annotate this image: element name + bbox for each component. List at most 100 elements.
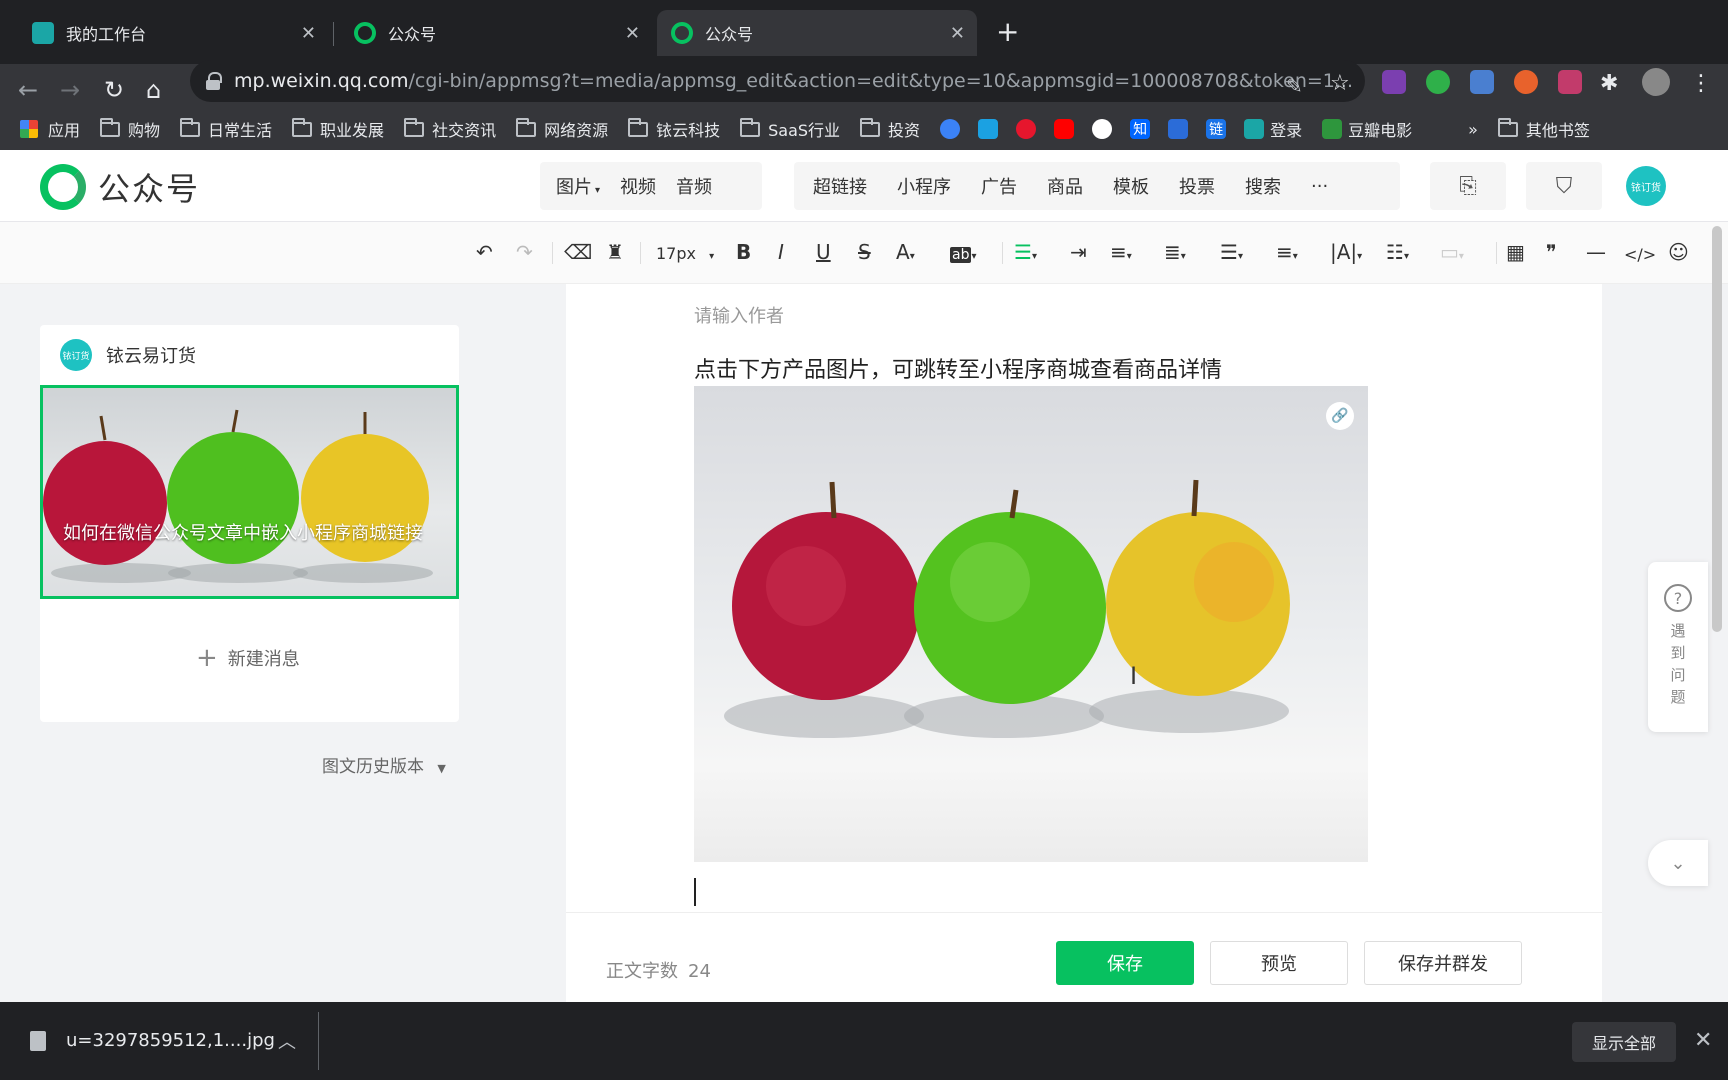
puzzle-extensions-icon[interactable]: ✱ — [1600, 70, 1618, 98]
bold-icon[interactable]: B — [736, 240, 751, 264]
menu-image[interactable]: 图片 ▾ — [556, 173, 600, 199]
letter-spacing-icon[interactable]: |A|▾ — [1330, 240, 1362, 269]
profile-avatar-icon[interactable] — [1642, 68, 1670, 96]
spacing-both-icon[interactable]: ≡▾ — [1276, 240, 1298, 269]
divider-line-icon[interactable]: — — [1586, 240, 1606, 264]
list-icon[interactable]: ☷▾ — [1386, 240, 1409, 269]
article-image[interactable]: 🔗 — [694, 386, 1368, 862]
history-versions-dropdown[interactable]: 图文历史版本 ▼ — [322, 752, 446, 777]
bookmark-folder[interactable]: 职业发展 — [292, 117, 384, 141]
bookmark-folder[interactable]: 社交资讯 — [404, 117, 496, 141]
bookmark-folder[interactable]: 日常生活 — [180, 117, 272, 141]
evernote-icon[interactable] — [1426, 70, 1450, 94]
font-size-select[interactable]: 17px ▾ — [656, 242, 714, 269]
new-tab-button[interactable]: + — [996, 18, 1019, 46]
chevron-up-icon[interactable]: ︿ — [278, 1028, 296, 1054]
extension-icon[interactable] — [1470, 70, 1494, 94]
code-icon[interactable]: </> — [1624, 243, 1656, 267]
italic-icon[interactable]: I — [778, 240, 784, 264]
download-item[interactable]: u=3297859512,1....jpg — [30, 1030, 275, 1051]
forward-arrow-icon[interactable]: → — [60, 76, 80, 104]
border-style-icon[interactable]: ▭▾ — [1440, 240, 1464, 269]
menu-miniprogram[interactable]: 小程序 — [897, 173, 951, 199]
shield-icon[interactable]: ⛉ — [1526, 162, 1602, 210]
bookmarks-overflow-button[interactable]: » — [1468, 120, 1478, 139]
menu-audio[interactable]: 音频 — [676, 173, 712, 199]
extension-blocked-icon[interactable]: ✎ — [1286, 72, 1303, 100]
align-justify-icon[interactable]: ☰▾ — [1014, 240, 1037, 269]
table-icon[interactable]: ▦ — [1506, 240, 1525, 264]
eraser-icon[interactable]: ⌫ — [564, 240, 592, 264]
font-color-icon[interactable]: A▾ — [896, 240, 915, 269]
body-paragraph[interactable]: 点击下方产品图片，可跳转至小程序商城查看商品详情 — [694, 352, 1222, 384]
close-icon[interactable]: ✕ — [950, 23, 965, 44]
first-line-indent-icon[interactable]: ≡▾ — [1110, 240, 1132, 269]
quote-icon[interactable]: ❞ — [1546, 240, 1557, 264]
link-icon[interactable]: 🔗 — [1326, 402, 1354, 430]
close-icon[interactable]: ✕ — [625, 23, 640, 44]
account-avatar[interactable]: 铱订货 — [1626, 166, 1666, 206]
bookmark-site[interactable] — [1168, 119, 1194, 139]
tab-workbench[interactable]: 我的工作台 ✕ — [18, 10, 328, 56]
close-icon[interactable]: ✕ — [301, 23, 316, 44]
save-button[interactable]: 保存 — [1056, 941, 1194, 985]
redo-icon[interactable]: ↷ — [516, 240, 533, 264]
help-widget[interactable]: ? 遇到问题 — [1648, 562, 1708, 732]
article-editor[interactable]: 请输入作者 点击下方产品图片，可跳转至小程序商城查看商品详情 🔗 — [566, 284, 1602, 1002]
bookmark-site[interactable]: 链 — [1206, 119, 1232, 139]
close-icon[interactable]: ✕ — [1694, 1028, 1712, 1053]
bookmark-site[interactable] — [1016, 119, 1042, 139]
underline-icon[interactable]: U — [816, 240, 831, 264]
menu-vote[interactable]: 投票 — [1179, 173, 1215, 199]
bookmark-douban[interactable]: 豆瓣电影 — [1322, 117, 1412, 141]
line-spacing-icon[interactable]: ☰▾ — [1220, 240, 1243, 269]
bookmark-site[interactable] — [940, 119, 966, 139]
draft-box-icon[interactable]: ⎘ — [1430, 162, 1506, 210]
menu-video[interactable]: 视频 — [620, 173, 656, 199]
menu-more[interactable]: ··· — [1311, 176, 1328, 197]
onenote-icon[interactable] — [1382, 70, 1406, 94]
emoji-icon[interactable]: ☺ — [1668, 240, 1689, 264]
preview-button[interactable]: 预览 — [1210, 941, 1348, 985]
menu-hyperlink[interactable]: 超链接 — [813, 173, 867, 199]
home-icon[interactable]: ⌂ — [146, 76, 161, 104]
indent-icon[interactable]: ⇥ — [1070, 240, 1087, 264]
article-cover[interactable]: 如何在微信公众号文章中嵌入小程序商城链接 — [40, 385, 459, 599]
bookmark-site[interactable]: 知 — [1130, 119, 1156, 139]
bookmark-site[interactable] — [1092, 119, 1118, 139]
bookmark-site[interactable] — [1054, 119, 1080, 139]
bookmark-folder[interactable]: 网络资源 — [516, 117, 608, 141]
mp-logo[interactable]: 公众号 — [40, 164, 200, 210]
menu-kebab-icon[interactable]: ⋮ — [1690, 70, 1712, 98]
background-color-icon[interactable]: ab ▾ — [950, 240, 977, 269]
show-all-downloads-button[interactable]: 显示全部 — [1572, 1022, 1676, 1062]
bookmark-folder[interactable]: 购物 — [100, 117, 160, 141]
extension-icon[interactable] — [1514, 70, 1538, 94]
new-message-button[interactable]: + 新建消息 — [196, 643, 300, 673]
other-bookmarks[interactable]: 其他书签 — [1497, 117, 1590, 141]
bookmark-login[interactable]: 登录 — [1244, 117, 1302, 141]
bookmark-apps[interactable]: 应用 — [20, 117, 80, 141]
bookmark-folder[interactable]: SaaS行业 — [740, 117, 840, 141]
bookmark-folder[interactable]: 铱云科技 — [628, 117, 720, 141]
save-and-send-button[interactable]: 保存并群发 — [1364, 941, 1522, 985]
tab-mp-1[interactable]: 公众号 ✕ — [340, 10, 652, 56]
scroll-down-button[interactable]: ⌄ — [1648, 840, 1708, 886]
bookmark-star-icon[interactable]: ☆ — [1330, 70, 1350, 98]
menu-search[interactable]: 搜索 — [1245, 173, 1281, 199]
address-bar[interactable]: mp.weixin.qq.com/cgi-bin/appmsg?t=media/… — [190, 60, 1365, 102]
undo-icon[interactable]: ↶ — [476, 240, 493, 264]
tab-mp-active[interactable]: 公众号 ✕ — [657, 10, 977, 56]
reload-icon[interactable]: ↻ — [104, 76, 124, 104]
menu-ad[interactable]: 广告 — [981, 173, 1017, 199]
extension-icon[interactable] — [1558, 70, 1582, 94]
paragraph-spacing-icon[interactable]: ≣▾ — [1164, 240, 1186, 269]
strikethrough-icon[interactable]: S — [858, 240, 871, 264]
page-scrollbar[interactable] — [1712, 226, 1722, 632]
author-input[interactable]: 请输入作者 — [694, 302, 784, 328]
format-painter-icon[interactable]: ♜ — [606, 240, 624, 264]
menu-product[interactable]: 商品 — [1047, 173, 1083, 199]
back-arrow-icon[interactable]: ← — [18, 76, 38, 104]
bookmark-site[interactable] — [978, 119, 1004, 139]
menu-template[interactable]: 模板 — [1113, 173, 1149, 199]
